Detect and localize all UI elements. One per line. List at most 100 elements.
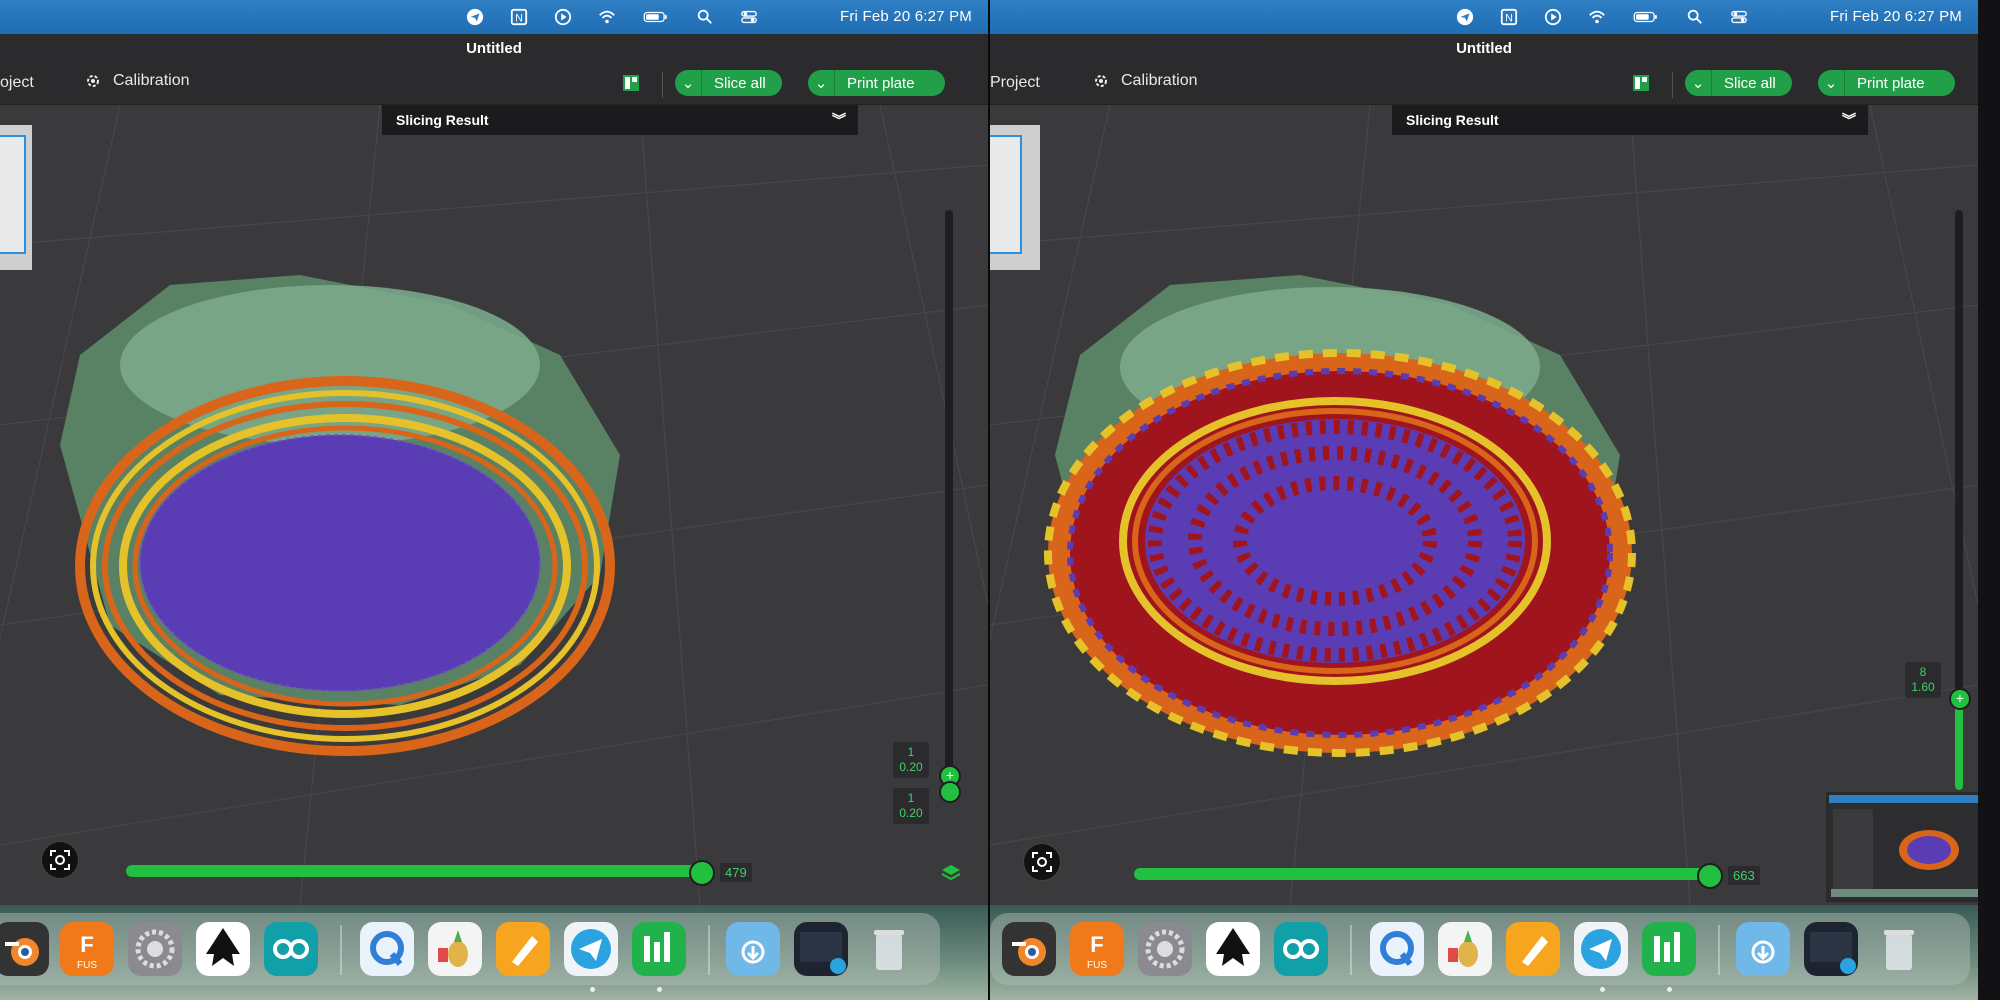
control-center-icon[interactable] — [740, 8, 758, 26]
move-slider-track[interactable] — [126, 865, 706, 877]
search-icon[interactable] — [696, 8, 714, 26]
notion-icon[interactable]: N — [1500, 8, 1518, 26]
menubar-clock[interactable]: Fri Feb 20 6:27 PM — [1830, 8, 1962, 25]
frame-icon — [50, 850, 70, 870]
inkscape-icon[interactable] — [1206, 922, 1260, 976]
battery-icon[interactable] — [642, 8, 670, 26]
tab-project[interactable]: oject — [0, 74, 34, 92]
chevron-down-icon[interactable]: ⌄ — [808, 70, 835, 96]
toolbar-divider — [662, 72, 663, 98]
collapse-icon[interactable]: ︾ — [1842, 105, 1856, 135]
cider-icon[interactable] — [1438, 922, 1492, 976]
layout-icon[interactable] — [622, 74, 640, 92]
plate-thumbnail-panel[interactable] — [0, 125, 32, 270]
print-plate-button[interactable]: ⌄ Print plate — [808, 70, 945, 96]
svg-text:F: F — [80, 932, 93, 957]
slicing-result-header[interactable]: Slicing Result ︾ — [382, 105, 858, 135]
slicing-result-header[interactable]: Slicing Result ︾ — [1392, 105, 1868, 135]
trash-icon[interactable] — [1872, 922, 1926, 976]
plate-thumbnail[interactable] — [990, 135, 1022, 254]
tab-calibration[interactable]: Calibration — [1093, 72, 1197, 90]
move-slider-fill — [1134, 868, 1709, 880]
tab-project[interactable]: Project — [990, 74, 1040, 92]
bottom-infill — [140, 435, 540, 691]
dock-separator — [1718, 925, 1720, 975]
numbers-icon[interactable] — [1642, 922, 1696, 976]
chevron-down-icon[interactable]: ⌄ — [1685, 70, 1712, 96]
battery-icon[interactable] — [1632, 8, 1660, 26]
collapse-icon[interactable]: ︾ — [832, 105, 846, 135]
downloads-folder-icon[interactable] — [726, 922, 780, 976]
telegram-icon[interactable] — [466, 8, 484, 26]
chevron-down-icon[interactable]: ⌄ — [1818, 70, 1845, 96]
toolbar: Project Calibration ⌄ Slice all ⌄ Print … — [990, 64, 1978, 105]
system-settings-icon[interactable] — [1138, 922, 1192, 976]
telegram-icon[interactable] — [1456, 8, 1474, 26]
left-screenshot: N Fri Feb 20 6:27 PM Untitled oject Cali… — [0, 0, 988, 1000]
arduino-icon[interactable] — [264, 922, 318, 976]
layout-icon[interactable] — [1632, 74, 1650, 92]
layer-top-number: 1 — [907, 745, 915, 759]
fusion-icon[interactable]: F FUS — [60, 922, 114, 976]
move-slider-handle[interactable] — [1697, 863, 1724, 889]
wifi-icon[interactable] — [1588, 8, 1606, 26]
inkscape-icon[interactable] — [196, 922, 250, 976]
blender-icon[interactable] — [1002, 922, 1056, 976]
screenshot-icon[interactable] — [794, 922, 848, 976]
downloads-folder-icon[interactable] — [1736, 922, 1790, 976]
blender-icon[interactable] — [0, 922, 49, 976]
svg-text:N: N — [1505, 13, 1513, 25]
layer-bottom-number: 1 — [907, 791, 915, 805]
notion-icon[interactable]: N — [510, 8, 528, 26]
pages-icon[interactable] — [1506, 922, 1560, 976]
search-icon[interactable] — [1686, 8, 1704, 26]
chevron-down-icon[interactable]: ⌄ — [675, 70, 702, 96]
slice-all-button[interactable]: ⌄ Slice all — [675, 70, 782, 96]
tab-calibration[interactable]: Calibration — [85, 72, 189, 90]
slice-all-button[interactable]: ⌄ Slice all — [1685, 70, 1792, 96]
play-icon[interactable] — [1544, 8, 1562, 26]
trash-icon[interactable] — [862, 922, 916, 976]
telegram-icon[interactable] — [564, 922, 618, 976]
layer-top-height: 1.60 — [1911, 680, 1935, 694]
dock-separator — [1350, 925, 1352, 975]
layer-slider-track[interactable] — [945, 210, 953, 790]
fusion-icon[interactable]: F FUS — [1070, 922, 1124, 976]
move-slider-handle[interactable] — [689, 860, 716, 886]
move-slider-track[interactable] — [1134, 868, 1714, 880]
telegram-icon[interactable] — [1574, 922, 1628, 976]
layer-top-handle[interactable]: + — [1949, 688, 1971, 710]
layer-top-tag: 1 0.20 — [893, 742, 929, 778]
print-plate-button[interactable]: ⌄ Print plate — [1818, 70, 1955, 96]
cider-icon[interactable] — [428, 922, 482, 976]
system-settings-icon[interactable] — [128, 922, 182, 976]
arduino-icon[interactable] — [1274, 922, 1328, 976]
window-title: Untitled — [0, 34, 988, 64]
plate-thumbnail-panel[interactable] — [990, 125, 1040, 270]
layer-top-tag: 8 1.60 — [1905, 662, 1941, 698]
dock-running-indicator — [1667, 987, 1672, 992]
numbers-icon[interactable] — [632, 922, 686, 976]
layers-icon[interactable] — [940, 862, 962, 884]
plate-thumbnail[interactable] — [0, 135, 26, 254]
menubar-clock[interactable]: Fri Feb 20 6:27 PM — [840, 8, 972, 25]
screenshot-icon[interactable] — [1804, 922, 1858, 976]
view-reset-button[interactable] — [1023, 843, 1061, 881]
quicktime-icon[interactable] — [360, 922, 414, 976]
play-icon[interactable] — [554, 8, 572, 26]
sliced-model-preview — [60, 275, 620, 756]
dock: F FUS — [990, 905, 1978, 1000]
pages-icon[interactable] — [496, 922, 550, 976]
wifi-icon[interactable] — [598, 8, 616, 26]
3d-viewport[interactable]: Slicing Result ︾ 1 0.20 + 1 0.20 479 — [0, 105, 988, 905]
screenshot-preview — [1829, 795, 1978, 899]
control-center-icon[interactable] — [1730, 8, 1748, 26]
layer-bottom-handle[interactable] — [939, 781, 961, 803]
quicktime-icon[interactable] — [1370, 922, 1424, 976]
toolbar: oject Calibration ⌄ Slice all ⌄ Print pl… — [0, 64, 988, 105]
floating-screenshot-thumbnail[interactable] — [1826, 792, 1978, 902]
layer-top-number: 8 — [1919, 665, 1927, 679]
3d-viewport[interactable]: Slicing Result ︾ 8 1.60 + 663 — [990, 105, 1978, 905]
dock-running-indicator — [1600, 987, 1605, 992]
view-reset-button[interactable] — [41, 841, 79, 879]
